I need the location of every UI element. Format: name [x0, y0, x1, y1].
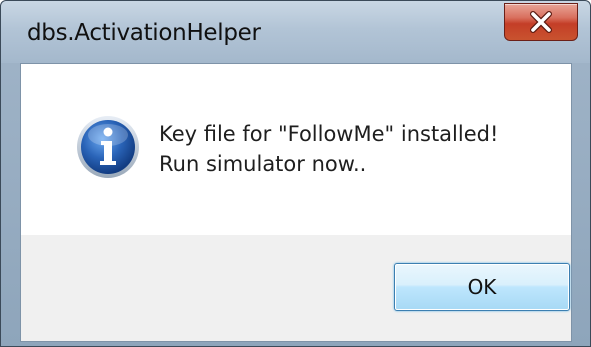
message-line-1: Key file for "FollowMe" installed! — [159, 122, 499, 146]
title-bar[interactable]: dbs.ActivationHelper — [1, 1, 590, 63]
close-button[interactable] — [504, 3, 578, 41]
ok-button[interactable]: OK — [394, 263, 570, 311]
window-title: dbs.ActivationHelper — [27, 20, 261, 46]
information-icon — [76, 115, 140, 179]
message-line-2: Run simulator now.. — [159, 152, 367, 176]
button-bar: OK — [21, 235, 571, 341]
message-area: Key file for "FollowMe" installed! Run s… — [21, 64, 571, 235]
dialog-window: dbs.ActivationHelper Key file for "Follo… — [0, 0, 591, 347]
dialog-client-area: Key file for "FollowMe" installed! Run s… — [20, 63, 572, 342]
message-text: Key file for "FollowMe" installed! Run s… — [159, 119, 498, 179]
close-icon — [505, 4, 577, 40]
